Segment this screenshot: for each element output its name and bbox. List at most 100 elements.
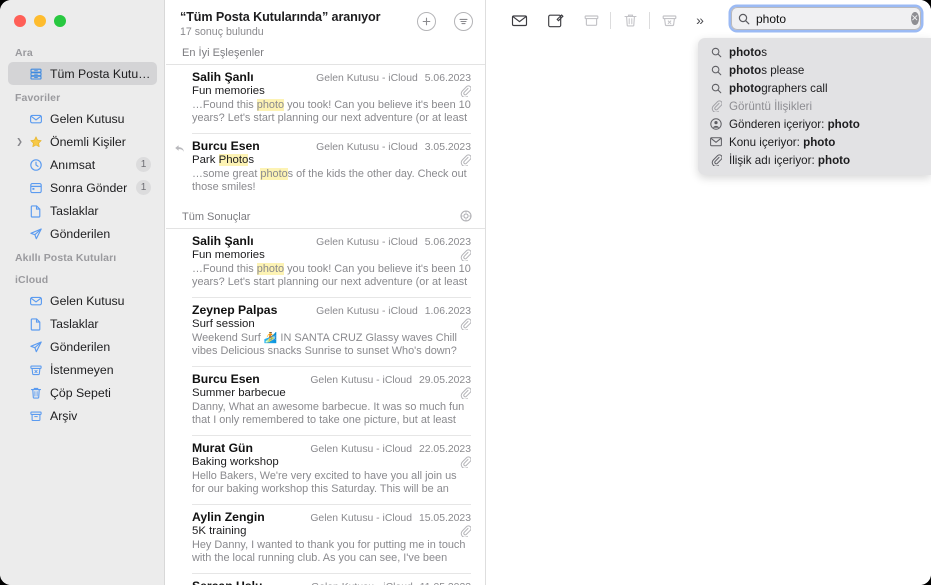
suggestion-item[interactable]: İlişik adı içeriyor: photo <box>698 151 931 169</box>
message-mailbox: Gelen Kutusu - iCloud <box>316 237 418 248</box>
search-field[interactable]: ✕ <box>731 7 921 30</box>
sidebar-item-ar-iv[interactable]: Arşiv <box>8 404 157 427</box>
sidebar-item-p-sepeti[interactable]: Çöp Sepeti <box>8 381 157 404</box>
paperclip-icon <box>460 154 471 166</box>
sidebar-item-taslaklar[interactable]: Taslaklar <box>8 312 157 335</box>
sidebar-item-gelen-kutusu[interactable]: Gelen Kutusu <box>8 289 157 312</box>
message-section-header: En İyi Eşleşenler <box>166 38 485 64</box>
toolbar-overflow-button[interactable]: » <box>687 9 713 31</box>
sidebar-item-nemli-ki-iler[interactable]: ❯ Önemli Kişiler <box>8 130 157 153</box>
sidebar-item-label: Tüm Posta Kutula... <box>50 67 151 81</box>
minimize-button[interactable] <box>34 15 46 27</box>
message-subject: Summer barbecue <box>192 387 471 399</box>
suggestion-item[interactable]: photographers call <box>698 79 931 97</box>
sidebar-item-g-nderilen[interactable]: Gönderilen <box>8 335 157 358</box>
message-row[interactable]: Salih ŞanlıGelen Kutusu - iCloud5.06.202… <box>166 229 485 297</box>
sidebar-item-sonra-g-nder[interactable]: Sonra Gönder1 <box>8 176 157 199</box>
message-row[interactable]: Burcu EsenGelen Kutusu - iCloud3.05.2023… <box>166 134 485 202</box>
trash-icon[interactable] <box>612 9 648 31</box>
mark-unread-icon[interactable] <box>501 9 537 31</box>
search-highlight: Photo <box>219 154 249 166</box>
sort-order-icon[interactable] <box>460 210 472 222</box>
add-search-icon[interactable] <box>417 12 436 31</box>
inbox-icon <box>26 294 45 308</box>
paperclip-icon <box>460 85 471 97</box>
paperclip-icon <box>708 154 724 166</box>
suggestion-item[interactable]: Gönderen içeriyor: photo <box>698 115 931 133</box>
message-row[interactable]: Salih ŞanlıGelen Kutusu - iCloud5.06.202… <box>166 65 485 133</box>
message-list-body: En İyi Eşleşenler Salih ŞanlıGelen Kutusu… <box>166 38 485 585</box>
sidebar-item-label: Önemli Kişiler <box>50 135 151 149</box>
message-row[interactable]: Burcu EsenGelen Kutusu - iCloud29.05.202… <box>166 367 485 435</box>
sidebar-item-taslaklar[interactable]: Taslaklar <box>8 199 157 222</box>
suggestion-label: İlişik adı içeriyor: photo <box>729 154 850 167</box>
message-section-label: Tüm Sonuçlar <box>182 211 250 223</box>
message-snippet: …some great photos of the kids the other… <box>192 168 471 195</box>
sidebar-item-gelen-kutusu[interactable]: Gelen Kutusu <box>8 107 157 130</box>
message-row-top: Salih ŞanlıGelen Kutusu - iCloud5.06.202… <box>192 234 471 248</box>
message-subject: Park Photos <box>192 154 471 166</box>
message-row[interactable]: Aylin ZenginGelen Kutusu - iCloud15.05.2… <box>166 505 485 573</box>
search-highlight: photo <box>257 263 284 275</box>
compose-icon[interactable] <box>537 9 573 31</box>
paperclip-icon <box>460 525 471 537</box>
suggestion-label: photographers call <box>729 82 828 95</box>
message-row[interactable]: Sercan UsluGelen Kutusu - iCloud11.05.20… <box>166 574 485 585</box>
suggestion-item[interactable]: photos <box>698 43 931 61</box>
unread-badge: 1 <box>136 180 151 195</box>
filter-icon[interactable] <box>454 12 473 31</box>
sidebar-item-label: Taslaklar <box>50 317 151 331</box>
paperclip-icon <box>708 100 724 112</box>
close-button[interactable] <box>14 15 26 27</box>
paper-plane-icon <box>26 340 45 354</box>
message-snippet: Hello Bakers, We're very excited to have… <box>192 470 471 497</box>
sidebar-item-label: Anımsat <box>50 158 136 172</box>
sidebar-item-label: Çöp Sepeti <box>50 386 151 400</box>
suggestion-item[interactable]: Konu içeriyor: photo <box>698 133 931 151</box>
message-snippet: Weekend Surf 🏄 IN SANTA CRUZ Glassy wave… <box>192 332 471 359</box>
message-row-top: Murat GünGelen Kutusu - iCloud22.05.2023 <box>192 441 471 455</box>
message-section-label: En İyi Eşleşenler <box>182 47 264 59</box>
message-snippet: Hey Danny, I wanted to thank you for put… <box>192 539 471 566</box>
message-list-header: “Tüm Posta Kutularında” aranıyor 17 sonu… <box>166 0 485 38</box>
search-input[interactable] <box>756 12 911 26</box>
search-icon <box>708 65 724 76</box>
suggestion-item[interactable]: Görüntü İlişikleri <box>698 97 931 115</box>
sidebar-item-t-m-posta-kutula[interactable]: Tüm Posta Kutula... <box>8 62 157 85</box>
paperclip-icon <box>460 249 471 261</box>
suggestion-item[interactable]: photos please <box>698 61 931 79</box>
sidebar-item-i-stenmeyen[interactable]: İstenmeyen <box>8 358 157 381</box>
message-row-top: Sercan UsluGelen Kutusu - iCloud11.05.20… <box>192 579 471 585</box>
message-list[interactable]: “Tüm Posta Kutularında” aranıyor 17 sonu… <box>166 0 486 585</box>
chevron-right-icon[interactable]: ❯ <box>14 137 25 146</box>
junk-icon[interactable] <box>651 9 687 31</box>
sidebar-item-g-nderilen[interactable]: Gönderilen <box>8 222 157 245</box>
search-icon <box>708 83 724 94</box>
reply-arrow-icon <box>174 143 185 154</box>
message-mailbox: Gelen Kutusu - iCloud <box>316 306 418 317</box>
message-date: 22.05.2023 <box>419 444 471 455</box>
suggestion-label: Gönderen içeriyor: photo <box>729 118 860 131</box>
message-row[interactable]: Murat GünGelen Kutusu - iCloud22.05.2023… <box>166 436 485 504</box>
message-date: 11.05.2023 <box>420 582 471 585</box>
mail-window: Ara Tüm Posta Kutula...Favoriler Gelen K… <box>0 0 931 585</box>
message-date: 3.05.2023 <box>425 142 471 153</box>
message-row-top: Aylin ZenginGelen Kutusu - iCloud15.05.2… <box>192 510 471 524</box>
toolbar: » ✕ <box>487 0 931 38</box>
suggestion-label: photos please <box>729 64 804 77</box>
sidebar-list: Ara Tüm Posta Kutula...Favoriler Gelen K… <box>0 40 165 427</box>
trash-icon <box>26 386 45 400</box>
message-date: 1.06.2023 <box>425 306 471 317</box>
document-icon <box>26 204 45 218</box>
clear-icon[interactable]: ✕ <box>911 12 919 25</box>
junk-icon <box>26 363 45 377</box>
search-suggestions-dropdown[interactable]: photos photos please photographers call Gör… <box>698 38 931 175</box>
sidebar-item-label: Gelen Kutusu <box>50 294 151 308</box>
sidebar-item-label: Gönderilen <box>50 340 151 354</box>
archive-icon[interactable] <box>573 9 609 31</box>
sidebar-item-an-msat[interactable]: Anımsat1 <box>8 153 157 176</box>
message-row[interactable]: Zeynep PalpasGelen Kutusu - iCloud1.06.2… <box>166 298 485 366</box>
zoom-button[interactable] <box>54 15 66 27</box>
message-snippet: Danny, What an awesome barbecue. It was … <box>192 401 471 428</box>
search-highlight: photo <box>257 99 284 111</box>
